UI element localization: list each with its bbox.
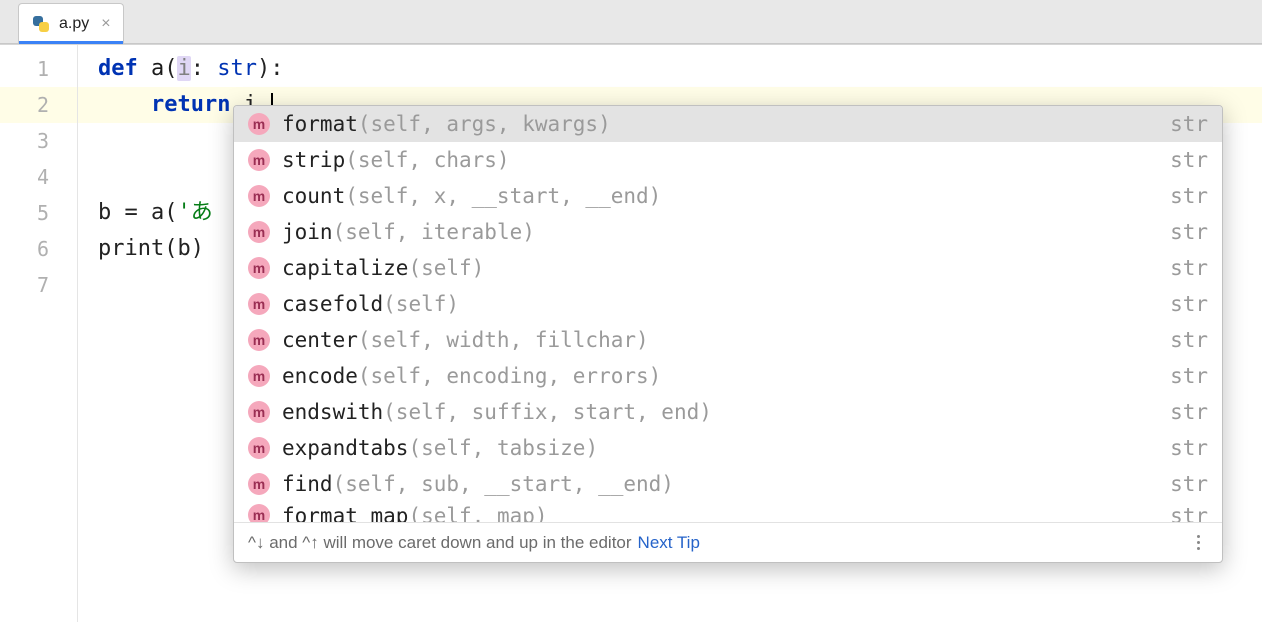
completion-params: (self, args, kwargs): [358, 112, 611, 136]
completion-item[interactable]: m join(self, iterable) str: [234, 214, 1222, 250]
completion-name: center: [282, 328, 358, 352]
completion-params: (self, iterable): [333, 220, 535, 244]
paren: (: [164, 236, 177, 261]
completion-item[interactable]: m encode(self, encoding, errors) str: [234, 358, 1222, 394]
kw-return: return: [151, 92, 244, 117]
completion-return-type: str: [1170, 148, 1208, 172]
completion-params: (self): [383, 292, 459, 316]
completion-return-type: str: [1170, 400, 1208, 424]
gutter: 1 2 3 4 5 6 7: [0, 45, 78, 622]
paren: ):: [257, 56, 284, 81]
method-kind-icon: m: [248, 473, 270, 495]
completion-return-type: str: [1170, 472, 1208, 496]
completion-params: (self, sub, __start, __end): [333, 472, 674, 496]
paren: ): [191, 236, 204, 261]
line-number[interactable]: 7: [0, 267, 77, 303]
completion-item[interactable]: m count(self, x, __start, __end) str: [234, 178, 1222, 214]
completion-name: endswith: [282, 400, 383, 424]
arg: b: [177, 236, 190, 261]
completion-params: (self, x, __start, __end): [345, 184, 661, 208]
completion-params: (self, suffix, start, end): [383, 400, 712, 424]
completion-params: (self, tabsize): [408, 436, 598, 460]
completion-item[interactable]: m casefold(self) str: [234, 286, 1222, 322]
completion-params: (self, map): [408, 504, 547, 522]
line-number[interactable]: 6: [0, 231, 77, 267]
completion-item[interactable]: m format(self, args, kwargs) str: [234, 106, 1222, 142]
close-tab-icon[interactable]: ×: [101, 15, 110, 33]
method-kind-icon: m: [248, 504, 270, 522]
completion-name: join: [282, 220, 333, 244]
tab-bar: a.py ×: [0, 0, 1262, 44]
method-kind-icon: m: [248, 113, 270, 135]
assign: b = a(: [98, 200, 177, 225]
method-kind-icon: m: [248, 221, 270, 243]
completion-item[interactable]: m find(self, sub, __start, __end) str: [234, 466, 1222, 502]
completion-return-type: str: [1170, 328, 1208, 352]
line-number[interactable]: 2: [0, 87, 77, 123]
next-tip-link[interactable]: Next Tip: [638, 533, 700, 553]
type-hint: str: [217, 56, 257, 81]
line-number[interactable]: 5: [0, 195, 77, 231]
colon: :: [191, 56, 218, 81]
completion-name: format: [282, 112, 358, 136]
python-file-icon: [31, 14, 51, 34]
method-kind-icon: m: [248, 257, 270, 279]
completion-item[interactable]: m center(self, width, fillchar) str: [234, 322, 1222, 358]
completion-item[interactable]: m endswith(self, suffix, start, end) str: [234, 394, 1222, 430]
completion-return-type: str: [1170, 504, 1208, 522]
method-kind-icon: m: [248, 329, 270, 351]
paren: (: [164, 56, 177, 81]
editor: 1 2 3 4 5 6 7 def a(i: str): return i. b…: [0, 44, 1262, 622]
completion-name: strip: [282, 148, 345, 172]
method-kind-icon: m: [248, 293, 270, 315]
param-name: i: [177, 56, 190, 81]
completion-params: (self): [408, 256, 484, 280]
method-kind-icon: m: [248, 401, 270, 423]
completion-item[interactable]: m strip(self, chars) str: [234, 142, 1222, 178]
completion-return-type: str: [1170, 112, 1208, 136]
completion-name: find: [282, 472, 333, 496]
method-kind-icon: m: [248, 149, 270, 171]
completion-name: format_map: [282, 504, 408, 522]
kw-def: def: [98, 56, 151, 81]
completion-footer: ^↓ and ^↑ will move caret down and up in…: [234, 522, 1222, 562]
completion-params: (self, encoding, errors): [358, 364, 661, 388]
string-literal: 'あ: [177, 200, 212, 225]
completion-list[interactable]: m format(self, args, kwargs) str m strip…: [234, 106, 1222, 522]
fn-name: a: [151, 56, 164, 81]
method-kind-icon: m: [248, 185, 270, 207]
completion-name: expandtabs: [282, 436, 408, 460]
method-kind-icon: m: [248, 437, 270, 459]
completion-item[interactable]: m expandtabs(self, tabsize) str: [234, 430, 1222, 466]
completion-name: capitalize: [282, 256, 408, 280]
completion-item[interactable]: m format_map(self, map) str: [234, 502, 1222, 522]
completion-params: (self, chars): [345, 148, 509, 172]
completion-return-type: str: [1170, 292, 1208, 316]
completion-name: casefold: [282, 292, 383, 316]
completion-return-type: str: [1170, 436, 1208, 460]
completion-name: encode: [282, 364, 358, 388]
line-number[interactable]: 3: [0, 123, 77, 159]
tab-filename: a.py: [59, 15, 89, 33]
completion-hint-text: ^↓ and ^↑ will move caret down and up in…: [248, 533, 632, 553]
editor-tab[interactable]: a.py ×: [18, 3, 124, 43]
line-number[interactable]: 1: [0, 51, 77, 87]
completion-item[interactable]: m capitalize(self) str: [234, 250, 1222, 286]
builtin-call: print: [98, 236, 164, 261]
completion-return-type: str: [1170, 364, 1208, 388]
code-area[interactable]: def a(i: str): return i. b = a('あ print(…: [78, 45, 1262, 622]
completion-params: (self, width, fillchar): [358, 328, 649, 352]
code-line[interactable]: def a(i: str):: [78, 51, 1262, 87]
completion-popup: m format(self, args, kwargs) str m strip…: [233, 105, 1223, 563]
completion-return-type: str: [1170, 184, 1208, 208]
more-options-icon[interactable]: [1188, 533, 1208, 553]
completion-return-type: str: [1170, 220, 1208, 244]
line-number[interactable]: 4: [0, 159, 77, 195]
indent: [98, 92, 151, 117]
completion-return-type: str: [1170, 256, 1208, 280]
method-kind-icon: m: [248, 365, 270, 387]
completion-name: count: [282, 184, 345, 208]
